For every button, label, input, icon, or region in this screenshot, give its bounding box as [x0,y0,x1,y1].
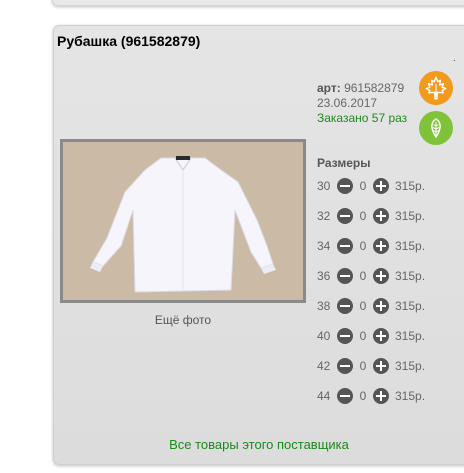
price-value: 315р. [395,389,426,403]
decrease-quantity-button[interactable] [337,298,353,314]
decrease-quantity-button[interactable] [337,238,353,254]
size-row-40: 40 0 315р. [317,326,425,346]
decrease-quantity-button[interactable] [337,268,353,284]
increase-quantity-button[interactable] [373,358,389,374]
quantity-value: 0 [359,359,367,373]
size-value: 42 [317,359,331,373]
sizes-heading: Размеры [317,156,371,170]
quantity-value: 0 [359,269,367,283]
price-value: 315р. [395,359,426,373]
increase-quantity-button[interactable] [373,268,389,284]
decrease-quantity-button[interactable] [337,328,353,344]
increase-quantity-button[interactable] [373,208,389,224]
shirt-image [63,142,303,300]
increase-quantity-button[interactable] [373,388,389,404]
leaf-icon[interactable] [419,111,453,145]
product-photo[interactable] [60,139,306,303]
product-card: Рубашка (961582879) . арт: 961582879 23.… [53,25,464,465]
price-value: 315р. [395,299,426,313]
size-row-42: 42 0 315р. [317,356,425,376]
previous-product-card [52,0,464,6]
product-title: Рубашка (961582879) [57,33,201,49]
article-label: арт: [317,81,341,95]
order-count: Заказано 57 раз [317,111,408,125]
size-row-38: 38 0 315р. [317,296,425,316]
price-value: 315р. [395,239,426,253]
price-value: 315р. [395,179,426,193]
size-value: 36 [317,269,331,283]
product-info: арт: 961582879 23.06.2017 Заказано 57 ра… [317,81,407,126]
decrease-quantity-button[interactable] [337,178,353,194]
product-date: 23.06.2017 [317,96,378,110]
quantity-value: 0 [359,389,367,403]
size-value: 30 [317,179,331,193]
increase-quantity-button[interactable] [373,328,389,344]
dot-marker: . [453,53,456,64]
decrease-quantity-button[interactable] [337,358,353,374]
increase-quantity-button[interactable] [373,298,389,314]
more-photos-link[interactable]: Ещё фото [60,313,306,327]
article-number: 961582879 [344,81,405,95]
size-value: 32 [317,209,331,223]
size-row-30: 30 0 315р. [317,176,425,196]
increase-quantity-button[interactable] [373,178,389,194]
maple-leaf-icon[interactable] [419,71,453,105]
quantity-value: 0 [359,239,367,253]
quantity-value: 0 [359,299,367,313]
size-value: 44 [317,389,331,403]
price-value: 315р. [395,269,426,283]
size-row-44: 44 0 315р. [317,386,425,406]
decrease-quantity-button[interactable] [337,208,353,224]
supplier-products-link[interactable]: Все товары этого поставщика [54,437,464,452]
size-row-34: 34 0 315р. [317,236,425,256]
size-value: 38 [317,299,331,313]
decrease-quantity-button[interactable] [337,388,353,404]
size-row-36: 36 0 315р. [317,266,425,286]
size-value: 34 [317,239,331,253]
price-value: 315р. [395,329,426,343]
increase-quantity-button[interactable] [373,238,389,254]
price-value: 315р. [395,209,426,223]
size-row-32: 32 0 315р. [317,206,425,226]
size-value: 40 [317,329,331,343]
quantity-value: 0 [359,209,367,223]
quantity-value: 0 [359,179,367,193]
quantity-value: 0 [359,329,367,343]
